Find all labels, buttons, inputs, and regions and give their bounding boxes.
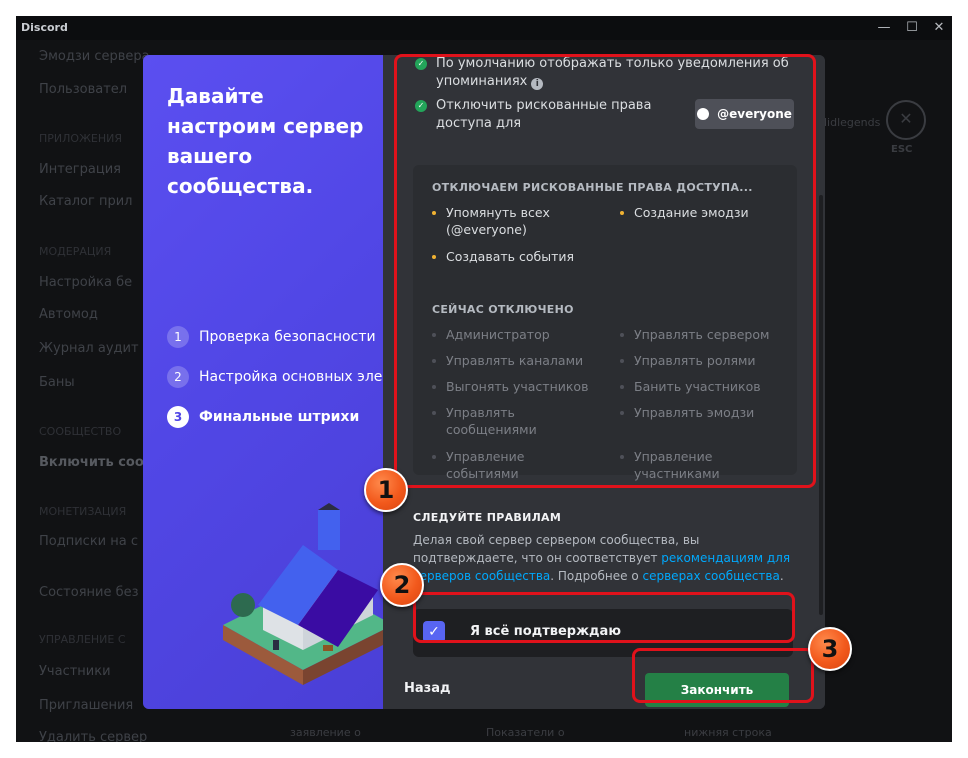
step-3: 3 Финальные штрихи (167, 405, 359, 429)
step-number: 3 (167, 406, 189, 428)
modal-title: Давайте настроим сервер вашего сообществ… (167, 84, 364, 198)
highlight-frame-finish (632, 648, 814, 703)
sidebar-header: ПРИЛОЖЕНИЯ (39, 132, 123, 145)
step-label: Проверка безопасности (199, 329, 376, 345)
sidebar-item: Участники (39, 664, 111, 679)
rules-header: СЛЕДУЙТЕ ПРАВИЛАМ (413, 511, 562, 524)
step-number: 2 (167, 366, 189, 388)
sidebar-item: Интеграция (39, 162, 121, 177)
close-icon[interactable]: ✕ (929, 18, 949, 38)
app-title: Discord (21, 21, 68, 34)
sidebar-item: Включить сооб (39, 455, 153, 470)
sidebar-item: Автомод (39, 307, 98, 322)
sidebar-header: СООБЩЕСТВО (39, 425, 122, 438)
sidebar-header: МОНЕТИЗАЦИЯ (39, 505, 127, 518)
ghost-text: нижняя строка (684, 726, 772, 739)
setup-left-panel: Давайте настроим сервер вашего сообществ… (143, 55, 383, 709)
sidebar-header: МОДЕРАЦИЯ (39, 245, 112, 258)
sidebar-item: Настройка бе (39, 275, 133, 290)
minimize-icon[interactable]: — (874, 18, 894, 38)
scrollbar[interactable] (819, 195, 823, 615)
annotation-marker-2: 2 (380, 563, 424, 607)
esc-close-icon[interactable]: ✕ (886, 100, 926, 140)
sidebar-item: Приглашения (39, 698, 134, 713)
maximize-icon[interactable]: ☐ (902, 18, 922, 38)
highlight-frame-permissions (394, 54, 816, 488)
rules-text: Делая свой сервер сервером сообщества, в… (413, 533, 791, 583)
title-bar: Discord — ☐ ✕ (16, 16, 952, 40)
sidebar-header: УПРАВЛЕНИЕ С (39, 633, 126, 646)
ghost-username: lidlegends (824, 116, 881, 129)
step-number: 1 (167, 326, 189, 348)
step-2: 2 Настройка основных элементов (167, 365, 383, 389)
sidebar-item: Эмодзи сервера (39, 49, 150, 64)
sidebar-item: Подписки на с (39, 534, 138, 549)
step-label: Настройка основных элементов (199, 369, 383, 385)
step-label: Финальные штрихи (199, 409, 360, 425)
sidebar-item: Каталог прил (39, 194, 133, 209)
sidebar-item: Пользовател (39, 82, 128, 97)
annotation-marker-3: 3 (808, 627, 852, 671)
sidebar-item: Баны (39, 375, 75, 390)
esc-label: ESC (891, 144, 913, 155)
highlight-frame-confirm (413, 592, 795, 643)
sidebar-item: Журнал аудит (39, 341, 139, 356)
step-1: 1 Проверка безопасности (167, 325, 376, 349)
ghost-text: Показатели о (486, 726, 565, 739)
community-house-illustration (223, 503, 383, 685)
annotation-marker-1: 1 (364, 468, 408, 512)
sidebar-item: Состояние без (39, 585, 139, 600)
ghost-text: заявление о (290, 726, 361, 739)
sidebar-item: Удалить сервер (39, 730, 148, 742)
community-servers-link[interactable]: серверах сообщества (643, 569, 780, 583)
back-button[interactable]: Назад (404, 681, 450, 696)
